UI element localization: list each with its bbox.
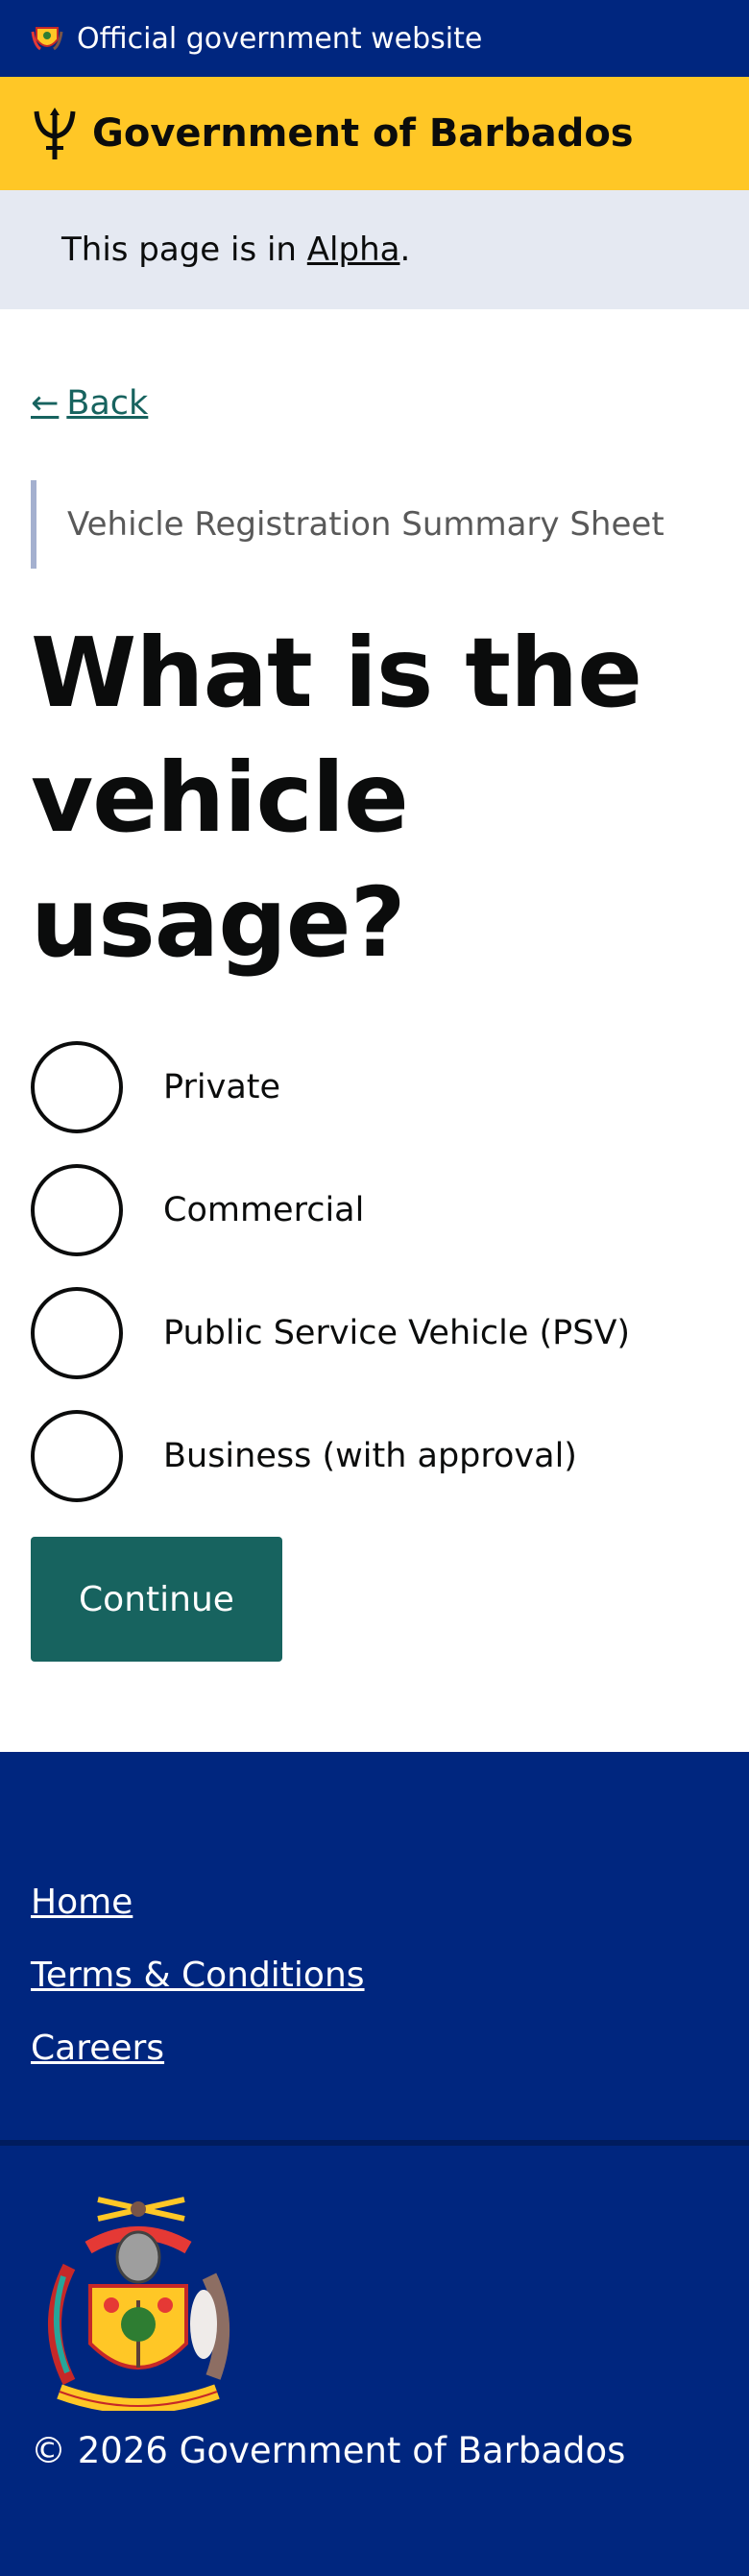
phase-prefix: This page is in [61,231,297,269]
site-title[interactable]: Government of Barbados [92,111,634,156]
radio-button[interactable] [31,1041,123,1133]
back-label: Back [66,384,149,423]
back-arrow-icon: ← [31,384,60,423]
copyright-text: © 2026 Government of Barbados [31,2430,626,2471]
footer-bottom: © 2026 Government of Barbados [0,2146,749,2471]
site-header: Government of Barbados [0,77,749,190]
radio-option-business[interactable]: Business (with approval) [31,1410,718,1502]
page-question: What is the vehicle usage? [31,617,642,979]
back-link[interactable]: ← Back [31,377,165,430]
footer-nav: Home Terms & Conditions Careers [0,1752,749,2146]
radio-label: Public Service Vehicle (PSV) [163,1314,631,1352]
radio-button[interactable] [31,1164,123,1256]
official-website-text: Official government website [77,21,483,56]
radio-option-private[interactable]: Private [31,1041,718,1133]
form-caption: Vehicle Registration Summary Sheet [31,480,718,569]
footer-link-careers[interactable]: Careers [31,2029,718,2073]
radio-label: Business (with approval) [163,1437,577,1475]
footer-link-terms[interactable]: Terms & Conditions [31,1956,718,2000]
radio-button[interactable] [31,1410,123,1502]
crest-icon [31,27,63,51]
caption-text: Vehicle Registration Summary Sheet [67,505,664,544]
radio-button[interactable] [31,1287,123,1379]
continue-button[interactable]: Continue [31,1537,282,1662]
radio-label: Commercial [163,1191,365,1229]
official-banner: Official government website [0,0,749,77]
phase-suffix: . [399,231,411,269]
main-content: ← Back Vehicle Registration Summary Shee… [0,377,749,1662]
coat-of-arms-icon [48,2197,230,2414]
trident-icon [34,108,76,159]
alpha-link[interactable]: Alpha [307,231,400,269]
radio-option-psv[interactable]: Public Service Vehicle (PSV) [31,1287,718,1379]
usage-radio-group: Private Commercial Public Service Vehicl… [31,1041,718,1502]
footer-link-home[interactable]: Home [31,1883,718,1927]
phase-banner: This page is in Alpha. [0,190,749,309]
site-footer: Home Terms & Conditions Careers © 2026 G… [0,1752,749,2576]
radio-label: Private [163,1068,281,1106]
radio-option-commercial[interactable]: Commercial [31,1164,718,1256]
